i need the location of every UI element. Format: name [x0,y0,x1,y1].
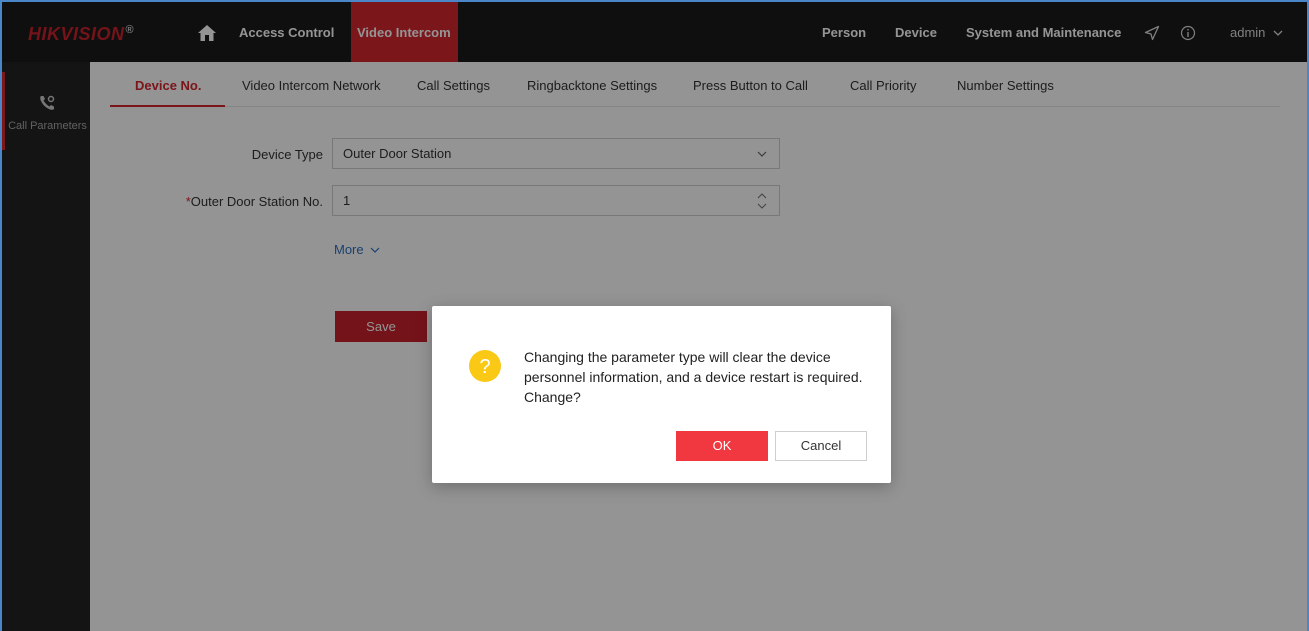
cancel-button[interactable]: Cancel [775,431,867,461]
confirm-dialog: ? Changing the parameter type will clear… [432,306,891,483]
svg-text:?: ? [479,356,490,378]
app-window: HIKVISION® Access Control Video Intercom… [0,0,1309,631]
question-icon: ? [469,350,501,382]
ok-button[interactable]: OK [676,431,768,461]
dialog-message: Changing the parameter type will clear t… [524,349,863,405]
